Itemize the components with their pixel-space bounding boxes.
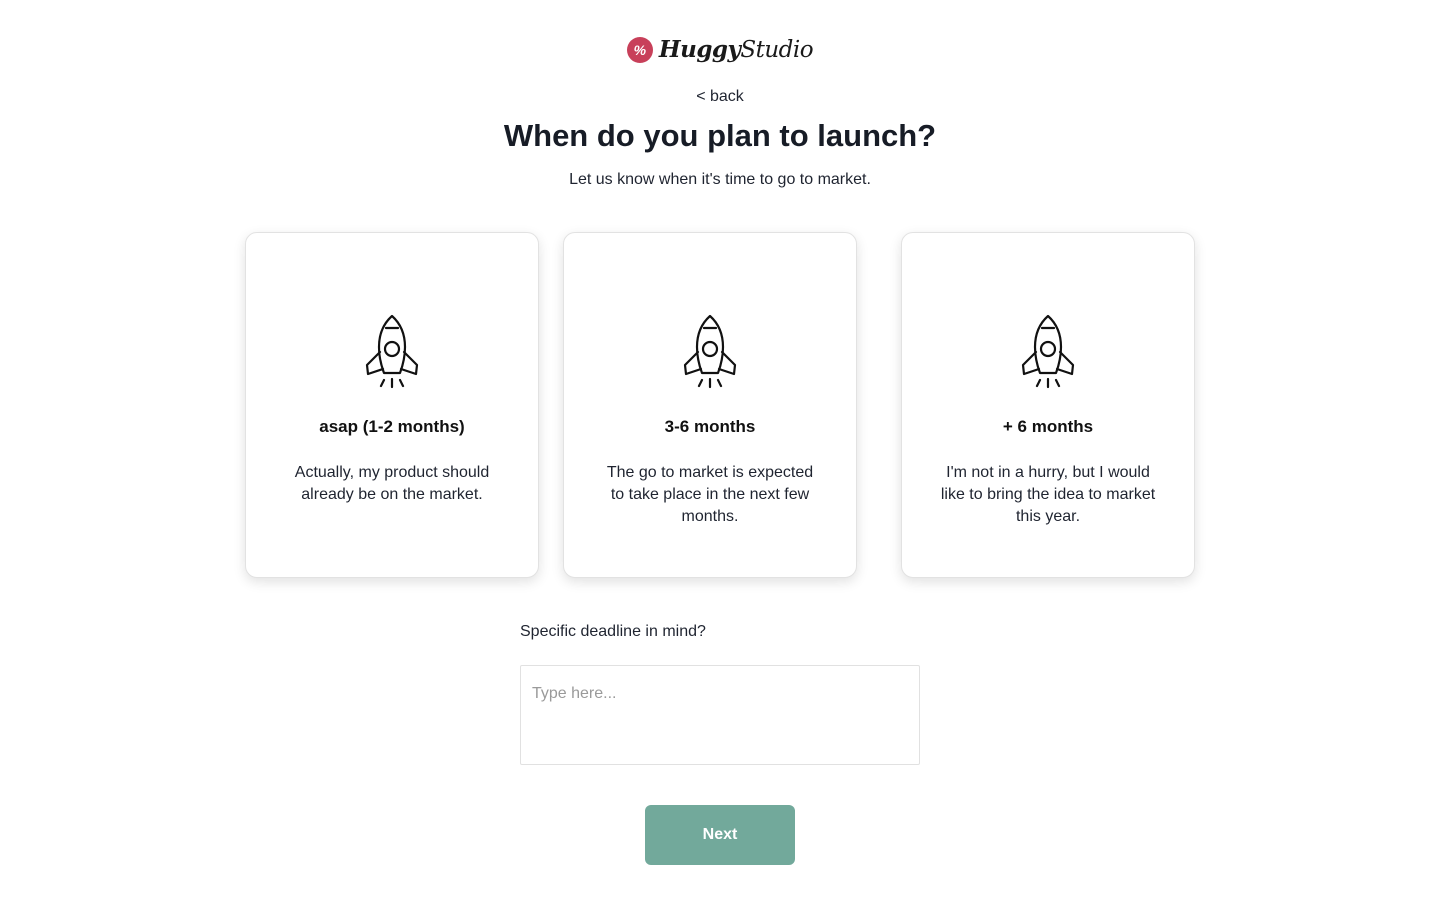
launch-timing-page: % HuggyStudio < back When do you plan to… — [0, 0, 1440, 916]
option-description: The go to market is expected to take pla… — [606, 464, 814, 525]
brand-name: HuggyStudio — [658, 36, 814, 63]
option-title: 3-6 months — [664, 417, 756, 436]
rocket-icon — [902, 313, 1194, 389]
next-button[interactable]: Next — [645, 805, 795, 865]
deadline-input[interactable] — [520, 665, 920, 765]
page-title: When do you plan to launch? — [503, 118, 937, 153]
option-card-3-6-months[interactable]: 3-6 months The go to market is expected … — [563, 232, 857, 578]
option-description: Actually, my product should already be o… — [294, 464, 490, 503]
page-subtitle: Let us know when it's time to go to mark… — [569, 171, 871, 188]
option-title: + 6 months — [1002, 417, 1094, 436]
rocket-icon — [564, 313, 856, 389]
option-title: asap (1-2 months) — [319, 417, 465, 436]
brand-logo[interactable]: % HuggyStudio — [0, 36, 1440, 63]
brand-name-bold: Huggy — [658, 36, 741, 63]
option-card-6-plus-months[interactable]: + 6 months I'm not in a hurry, but I wou… — [901, 232, 1195, 578]
back-link[interactable]: < back — [0, 88, 1440, 106]
brand-name-regular: Studio — [740, 37, 814, 63]
deadline-label: Specific deadline in mind? — [520, 623, 706, 640]
option-description: I'm not in a hurry, but I would like to … — [940, 464, 1156, 525]
rocket-icon — [246, 313, 538, 389]
brand-logo-mark-icon: % — [626, 36, 653, 63]
option-card-asap[interactable]: asap (1-2 months) Actually, my product s… — [245, 232, 539, 578]
